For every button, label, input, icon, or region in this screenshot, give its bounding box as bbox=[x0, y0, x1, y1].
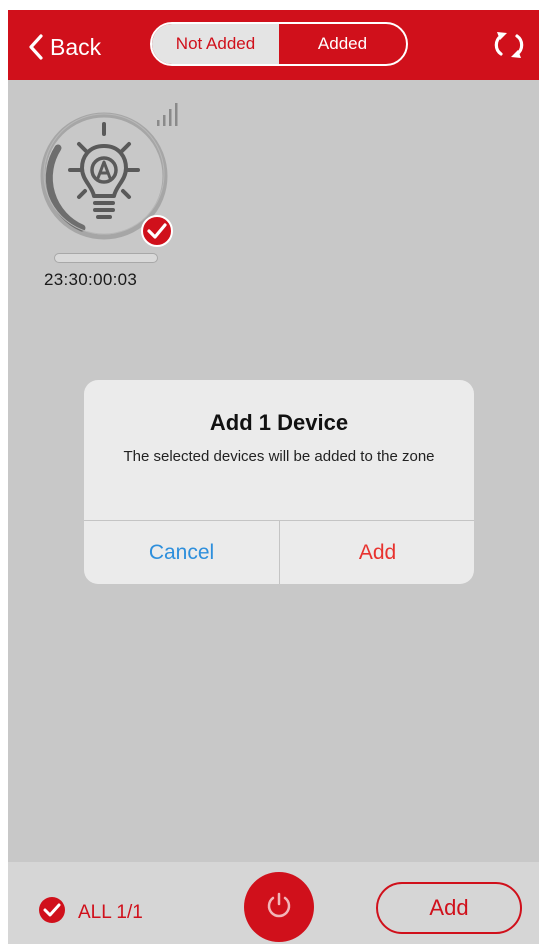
added-filter-segmented-control: Not Added Added bbox=[150, 22, 408, 66]
device-progress-bar bbox=[54, 253, 158, 263]
power-icon bbox=[264, 890, 294, 925]
dialog-message: The selected devices will be added to th… bbox=[123, 448, 435, 465]
app-screen: Back Not Added Added 23:30:00:03 Add 1 D… bbox=[8, 10, 539, 944]
device-timer: 23:30:00:03 bbox=[44, 270, 138, 289]
power-button[interactable] bbox=[244, 872, 314, 942]
select-all-toggle[interactable]: ALL 1/1 bbox=[38, 896, 143, 929]
cancel-button[interactable]: Cancel bbox=[84, 521, 279, 584]
bottom-bar: ALL 1/1 Add bbox=[8, 862, 539, 944]
add-button[interactable]: Add bbox=[376, 882, 522, 934]
selected-check-icon bbox=[140, 214, 174, 253]
refresh-button[interactable] bbox=[492, 28, 526, 62]
back-label: Back bbox=[50, 33, 102, 60]
device-tile[interactable]: 23:30:00:03 bbox=[36, 102, 186, 302]
confirm-add-button[interactable]: Add bbox=[280, 521, 474, 584]
select-all-label: ALL 1/1 bbox=[78, 901, 143, 923]
refresh-icon bbox=[492, 32, 526, 66]
top-bar: Back Not Added Added bbox=[8, 10, 539, 80]
add-device-dialog: Add 1 Device The selected devices will b… bbox=[84, 380, 474, 584]
chevron-left-icon bbox=[28, 33, 44, 61]
tab-not-added[interactable]: Not Added bbox=[152, 24, 279, 64]
back-button[interactable]: Back bbox=[28, 30, 101, 64]
dialog-title: Add 1 Device bbox=[209, 410, 349, 435]
check-circle-icon bbox=[38, 896, 66, 929]
tab-added[interactable]: Added bbox=[279, 24, 406, 64]
